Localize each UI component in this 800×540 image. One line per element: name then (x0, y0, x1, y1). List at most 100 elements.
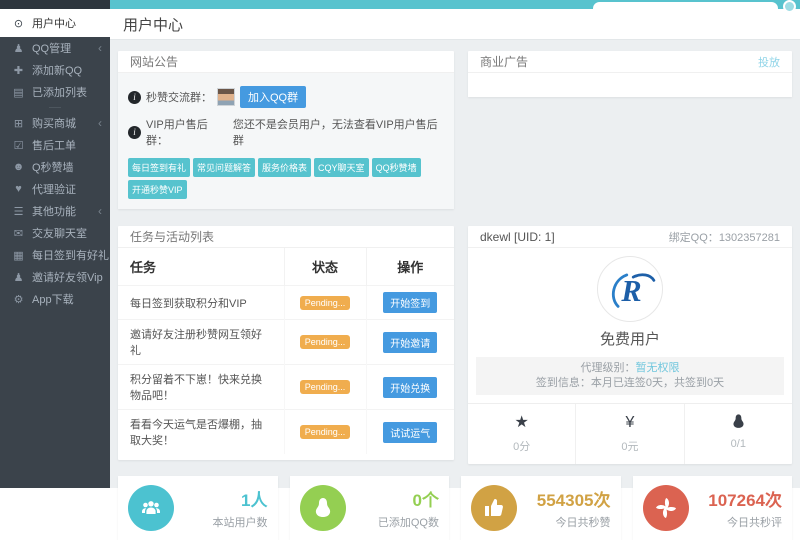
user-stat-value: 0/1 (685, 438, 792, 450)
announcement-title: 网站公告 (130, 53, 178, 70)
chevron-left-icon: ‹ (98, 204, 102, 218)
tasks-col-action: 操作 (366, 248, 454, 286)
star-icon: ★ (468, 413, 575, 433)
chevron-left-icon: ‹ (98, 41, 102, 55)
task-action-button[interactable]: 开始兑换 (383, 377, 437, 398)
summary-card-label: 已添加QQ数 (346, 514, 440, 530)
sidebar-item-label: 添加新QQ (32, 62, 82, 78)
main-area: 用户中心 网站公告 i 秒赞交流群： 加入QQ群 (110, 9, 800, 488)
sidebar-item-label: 代理验证 (32, 181, 76, 197)
user-stat-value: 0元 (576, 438, 683, 454)
sidebar-item-label: App下载 (32, 291, 74, 307)
sidebar-item-qq-manage[interactable]: ♟ QQ管理 ‹ (0, 37, 110, 59)
penguin-icon: ♟ (12, 42, 25, 55)
topbar (0, 0, 800, 9)
status-badge: Pending... (300, 425, 351, 439)
sidebar-item-label: 其他功能 (32, 203, 76, 219)
user-stat: ¥0元 (575, 404, 683, 464)
task-status-cell: Pending... (284, 286, 366, 320)
quick-link-button[interactable]: CQY聊天室 (314, 158, 369, 177)
sidebar-menu: ⊙用户中心 ♟ QQ管理 ‹ ✚ 添加新QQ ▤ 已添加列表 ⊞ 购买商城 ‹ ☑售后工单 ☻ Q秒赞墙 ♥… (0, 9, 110, 488)
ads-title: 商业广告 (480, 53, 528, 70)
pinwheel-icon (643, 485, 689, 531)
task-action-button[interactable]: 试试运气 (383, 422, 437, 443)
sidebar-item-aftersale-ticket[interactable]: ☑售后工单 (0, 134, 110, 156)
tasks-col-status: 状态 (284, 248, 366, 286)
summary-card-value: 107264次 (689, 486, 783, 511)
thumbs-up-icon (471, 485, 517, 531)
announcement-panel: 网站公告 i 秒赞交流群： 加入QQ群 i VIP用户售后群： 您还不是会员用户 (118, 51, 454, 209)
summary-card-value: 554305次 (517, 486, 611, 511)
agent-permission-link[interactable]: 暂无权限 (636, 362, 680, 374)
join-qq-group-button[interactable]: 加入QQ群 (240, 86, 306, 108)
signin-label: 签到信息： (536, 377, 591, 389)
user-stat: 0/1 (684, 404, 792, 464)
penguin-icon (685, 413, 792, 433)
search-input[interactable] (593, 2, 778, 15)
summary-card-label: 本站用户数 (174, 514, 268, 530)
sidebar-item-agent-verify[interactable]: ♥ 代理验证 (0, 178, 110, 200)
sidebar-item-daily-signin[interactable]: ▦每日签到有好礼 (0, 244, 110, 266)
sidebar-item-other-features[interactable]: ☰ 其他功能 ‹ (0, 200, 110, 222)
sidebar-item-shop[interactable]: ⊞购买商城‹ (0, 112, 110, 134)
task-name: 积分留着不下崽！快来兑换物品吧！ (118, 365, 284, 410)
sidebar-item-q-like-wall[interactable]: ☻ Q秒赞墙 (0, 156, 110, 178)
sidebar-item-user-center[interactable]: ⊙用户中心 (0, 9, 110, 37)
quick-link-button[interactable]: 常见问题解答 (193, 158, 255, 177)
summary-card-label: 今日共秒评 (689, 514, 783, 530)
task-action-button[interactable]: 开始邀请 (383, 332, 437, 353)
content: 网站公告 i 秒赞交流群： 加入QQ群 i VIP用户售后群： 您还不是会员用户 (110, 40, 800, 540)
user-name: dkewl [UID: 1] (480, 230, 555, 244)
tasks-title: 任务与活动列表 (130, 228, 214, 245)
quick-link-button[interactable]: 开通秒赞VIP (128, 180, 187, 199)
tasks-table-body: 每日签到获取积分和VIPPending...开始签到邀请好友注册秒赞网互领好礼P… (118, 286, 454, 455)
gear-icon: ⚙ (12, 293, 25, 306)
sidebar-item-label: 购买商城 (32, 115, 76, 131)
topbar-user-icon[interactable] (783, 0, 796, 13)
check-square-icon: ☑ (12, 139, 25, 152)
sidebar-item-label: QQ管理 (32, 40, 71, 56)
quick-link-button[interactable]: QQ秒赞墙 (372, 158, 421, 177)
sidebar-item-app-download[interactable]: ⚙ App下载 (0, 288, 110, 310)
vip-group-text: 您还不是会员用户，无法查看VIP用户售后群 (233, 116, 444, 148)
task-action-button[interactable]: 开始签到 (383, 292, 437, 313)
task-row: 每日签到获取积分和VIPPending...开始签到 (118, 286, 454, 320)
user-stats-row: ★ 0分¥0元0/1 (468, 403, 792, 464)
user-level: 免费用户 (468, 328, 792, 349)
user-stat-value: 0分 (468, 438, 575, 454)
sidebar-item-invite-vip[interactable]: ♟邀请好友领Vip (0, 266, 110, 288)
summary-card-value: 0个 (346, 486, 440, 511)
users-icon (128, 485, 174, 531)
plus-icon: ✚ (12, 64, 25, 77)
status-badge: Pending... (300, 380, 351, 394)
sidebar-item-label: Q秒赞墙 (32, 159, 74, 175)
tasks-table: 任务 状态 操作 每日签到获取积分和VIPPending...开始签到邀请好友注… (118, 248, 454, 454)
task-status-cell: Pending... (284, 410, 366, 455)
summary-card: 554305次今日共秒赞 (461, 476, 621, 540)
sidebar-item-label: 已添加列表 (32, 84, 87, 100)
sidebar-item-label: 邀请好友领Vip (32, 269, 103, 285)
quick-link-button[interactable]: 每日签到有礼 (128, 158, 190, 177)
chat-icon: ✉ (12, 227, 25, 240)
quick-link-button[interactable]: 服务价格表 (258, 158, 311, 177)
heart-icon: ♥ (12, 183, 25, 195)
menu-icon: ☰ (12, 205, 25, 218)
table-icon: ▤ (12, 86, 25, 99)
task-action-cell: 开始签到 (366, 286, 454, 320)
status-badge: Pending... (300, 296, 351, 310)
topbar-dark-corner (0, 0, 110, 9)
summary-card: 0个已添加QQ数 (290, 476, 450, 540)
cart-icon: ⊞ (12, 117, 25, 130)
sidebar-item-add-new-qq[interactable]: ✚ 添加新QQ (0, 59, 110, 81)
sidebar-item-added-list[interactable]: ▤ 已添加列表 (0, 81, 110, 103)
ads-panel: 商业广告 投放 (468, 51, 792, 97)
summary-card-label: 今日共秒赞 (517, 514, 611, 530)
signin-value: 本月已连签0天，共签到0天 (591, 377, 724, 389)
face-icon: ☻ (12, 161, 25, 173)
avatar: R (597, 256, 663, 322)
user-panel: dkewl [UID: 1] 绑定QQ：1302357281 R (468, 226, 792, 464)
app-window: ⊙用户中心 ♟ QQ管理 ‹ ✚ 添加新QQ ▤ 已添加列表 ⊞ 购买商城 ‹ ☑售后工单 ☻ Q秒赞墙 ♥… (0, 0, 800, 488)
summary-card-value: 1人 (174, 486, 268, 511)
sidebar-item-chat-room[interactable]: ✉交友聊天室 (0, 222, 110, 244)
ads-more-link[interactable]: 投放 (758, 54, 780, 70)
